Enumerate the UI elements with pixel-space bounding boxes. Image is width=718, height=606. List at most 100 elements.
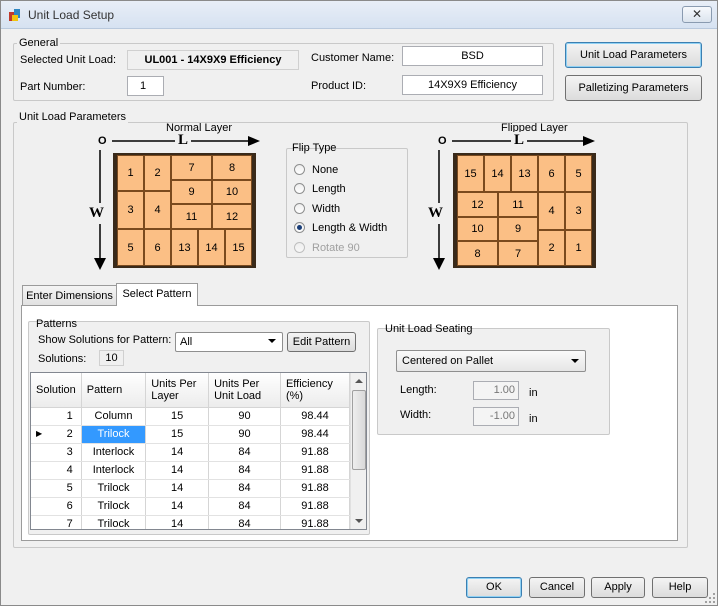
units-per-load-cell[interactable]: 84	[208, 443, 281, 462]
tab-select-pattern[interactable]: Select Pattern	[116, 283, 198, 306]
units-per-load-cell[interactable]: 84	[208, 479, 281, 498]
cancel-button[interactable]: Cancel	[529, 577, 585, 598]
part-number-field[interactable]: 1	[127, 76, 164, 96]
efficiency-cell[interactable]: 98.44	[280, 425, 351, 444]
efficiency-cell[interactable]: 91.88	[280, 497, 351, 516]
pattern-cell[interactable]: Trilock	[81, 479, 147, 498]
table-row[interactable]: 7 Trilock 14 84 91.88	[31, 515, 351, 529]
units-per-layer-cell[interactable]: 14	[145, 515, 210, 529]
units-per-load-cell[interactable]: 90	[208, 425, 281, 444]
normal-box: 15	[225, 229, 252, 266]
show-solutions-label: Show Solutions for Pattern:	[38, 334, 172, 346]
flipped-box: 9	[498, 217, 538, 241]
seating-width-unit: in	[529, 413, 538, 425]
solution-cell[interactable]: 5	[31, 479, 82, 498]
pattern-cell[interactable]: Column	[81, 407, 147, 426]
efficiency-cell[interactable]: 98.44	[280, 407, 351, 426]
customer-name-field[interactable]: BSD	[402, 46, 543, 66]
table-row[interactable]: 1 Column 15 90 98.44	[31, 407, 351, 426]
pattern-cell[interactable]: Interlock	[81, 443, 147, 462]
table-scrollbar[interactable]	[350, 373, 366, 529]
normal-box: 11	[171, 204, 212, 229]
units-per-layer-cell[interactable]: 14	[145, 461, 210, 480]
solution-cell[interactable]: 6	[31, 497, 82, 516]
table-row[interactable]: 4 Interlock 14 84 91.88	[31, 461, 351, 480]
solution-cell[interactable]: 7	[31, 515, 82, 529]
product-id-field[interactable]: 14X9X9 Efficiency	[402, 75, 543, 95]
table-row[interactable]: 5 Trilock 14 84 91.88	[31, 479, 351, 498]
units-per-layer-cell[interactable]: 14	[145, 479, 210, 498]
flipped-box: 15	[457, 155, 484, 192]
flipped-box: 7	[498, 241, 538, 266]
flipped-box: 1	[565, 230, 592, 266]
help-button[interactable]: Help	[652, 577, 708, 598]
column-header-efficiency[interactable]: Efficiency (%)	[280, 373, 351, 408]
resize-grip-icon[interactable]	[704, 592, 716, 604]
table-row[interactable]: 3 Interlock 14 84 91.88	[31, 443, 351, 462]
pattern-cell[interactable]: Trilock	[81, 425, 147, 444]
apply-button[interactable]: Apply	[591, 577, 645, 598]
efficiency-cell[interactable]: 91.88	[280, 479, 351, 498]
flip-length-width-radio[interactable]	[294, 222, 305, 233]
scroll-thumb[interactable]	[352, 390, 366, 470]
patterns-table[interactable]: Solution Pattern Units Per Layer Units P…	[30, 372, 367, 530]
window-title: Unit Load Setup	[28, 8, 115, 22]
normal-box: 1	[117, 155, 144, 191]
flipped-box: 2	[538, 230, 565, 266]
flip-none-radio[interactable]	[294, 164, 305, 175]
pattern-cell[interactable]: Trilock	[81, 497, 147, 516]
units-per-layer-cell[interactable]: 15	[145, 425, 210, 444]
pattern-filter-select[interactable]: All	[175, 332, 283, 352]
solution-cell[interactable]: ▶ 2	[31, 425, 82, 444]
flipped-layer: 15 14 13 6 5 12 11 4 3 10 9 8 7 2 1	[453, 153, 596, 268]
flip-length-radio[interactable]	[294, 183, 305, 194]
efficiency-cell[interactable]: 91.88	[280, 515, 351, 529]
flip-length-width-label[interactable]: Length & Width	[312, 222, 387, 234]
flipped-box: 10	[457, 217, 498, 241]
solution-cell[interactable]: 1	[31, 407, 82, 426]
pattern-cell[interactable]: Interlock	[81, 461, 147, 480]
edit-pattern-button[interactable]: Edit Pattern	[287, 332, 356, 352]
efficiency-cell[interactable]: 91.88	[280, 461, 351, 480]
flipped-box: 6	[538, 155, 565, 192]
normal-l-label: L	[175, 132, 192, 149]
seating-width-field: -1.00	[473, 407, 519, 426]
solution-cell[interactable]: 4	[31, 461, 82, 480]
table-row[interactable]: 6 Trilock 14 84 91.88	[31, 497, 351, 516]
units-per-load-cell[interactable]: 90	[208, 407, 281, 426]
scroll-down-icon[interactable]	[355, 519, 363, 523]
flipped-box: 5	[565, 155, 592, 192]
solutions-count: 10	[99, 350, 124, 366]
flip-width-label[interactable]: Width	[312, 203, 340, 215]
unit-load-parameters-button[interactable]: Unit Load Parameters	[565, 42, 702, 68]
scroll-up-icon[interactable]	[355, 379, 363, 383]
units-per-layer-cell[interactable]: 15	[145, 407, 210, 426]
flip-width-radio[interactable]	[294, 203, 305, 214]
units-per-layer-cell[interactable]: 14	[145, 497, 210, 516]
tab-enter-dimensions[interactable]: Enter Dimensions	[22, 285, 117, 306]
flipped-box: 13	[511, 155, 538, 192]
normal-box: 3	[117, 191, 144, 229]
flipped-box: 3	[565, 192, 592, 230]
units-per-load-cell[interactable]: 84	[208, 461, 281, 480]
palletizing-parameters-button[interactable]: Palletizing Parameters	[565, 75, 702, 101]
units-per-layer-cell[interactable]: 14	[145, 443, 210, 462]
seating-length-label: Length:	[400, 384, 437, 396]
units-per-load-cell[interactable]: 84	[208, 497, 281, 516]
ok-button[interactable]: OK	[466, 577, 522, 598]
close-button[interactable]: ✕	[682, 6, 712, 23]
column-header-pattern[interactable]: Pattern	[81, 373, 147, 408]
column-header-units-per-unit-load[interactable]: Units Per Unit Load	[208, 373, 281, 408]
units-per-load-cell[interactable]: 84	[208, 515, 281, 529]
column-header-solution[interactable]: Solution	[31, 373, 82, 408]
seating-length-field: 1.00	[473, 381, 519, 400]
table-row-selected[interactable]: ▶ 2 Trilock 15 90 98.44	[31, 425, 351, 444]
flip-none-label[interactable]: None	[312, 164, 338, 176]
column-header-units-per-layer[interactable]: Units Per Layer	[145, 373, 210, 408]
solution-cell[interactable]: 3	[31, 443, 82, 462]
seating-select[interactable]: Centered on Pallet	[396, 350, 586, 372]
flip-length-label[interactable]: Length	[312, 183, 346, 195]
efficiency-cell[interactable]: 91.88	[280, 443, 351, 462]
pattern-cell[interactable]: Trilock	[81, 515, 147, 529]
normal-box: 2	[144, 155, 171, 191]
